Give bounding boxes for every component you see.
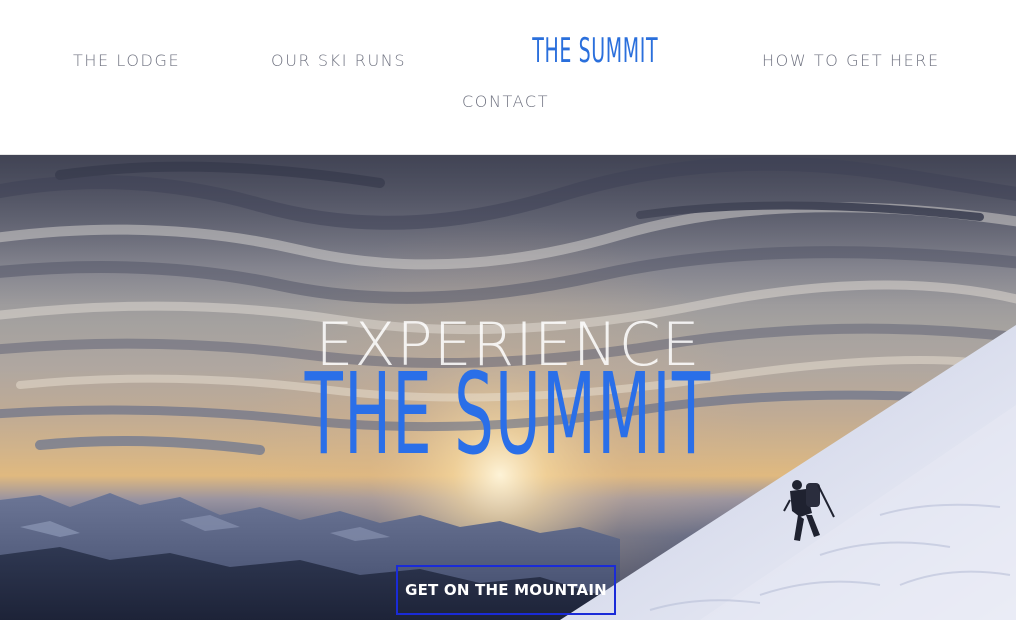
nav-link-how-to-get-here[interactable]: HOW TO GET HERE (762, 51, 940, 70)
site-header: THE LODGE OUR SKI RUNS THE SUMMIT HOW TO… (0, 0, 1016, 155)
nav-link-the-lodge[interactable]: THE LODGE (73, 51, 180, 70)
hero-section: EXPERIENCE THE SUMMIT GET ON THE MOUNTAI… (0, 155, 1016, 620)
nav-link-ski-runs[interactable]: OUR SKI RUNS (271, 51, 406, 70)
nav-link-contact[interactable]: CONTACT (462, 92, 549, 111)
site-logo[interactable]: THE SUMMIT (532, 31, 657, 71)
get-on-the-mountain-button[interactable]: GET ON THE MOUNTAIN (396, 565, 616, 615)
hero-title: THE SUMMIT (304, 350, 712, 480)
